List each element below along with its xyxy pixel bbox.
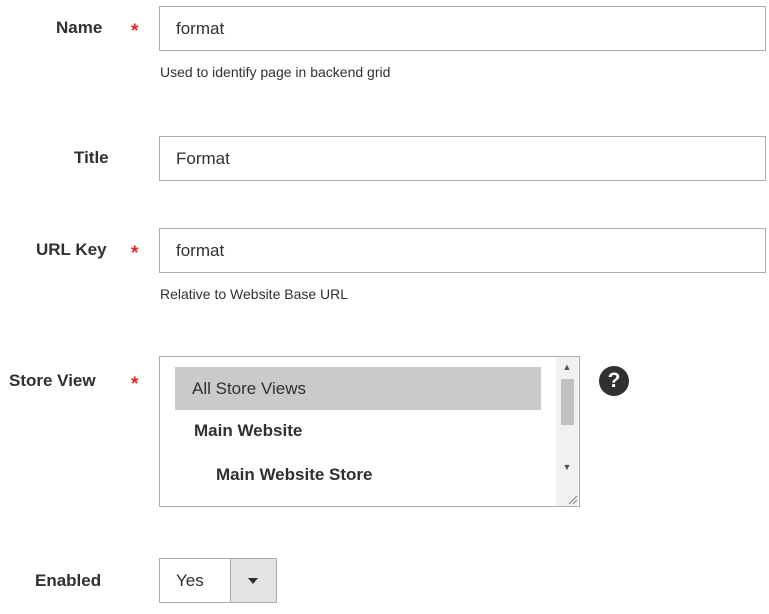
chevron-down-icon — [248, 578, 258, 584]
store-view-option-all[interactable]: All Store Views — [175, 367, 541, 410]
enabled-select-value: Yes — [176, 571, 204, 590]
scroll-up-arrow-icon[interactable]: ▲ — [556, 359, 578, 375]
enabled-label: Enabled — [35, 571, 102, 590]
store-view-required-mark: * — [131, 374, 139, 395]
scroll-down-arrow-icon[interactable]: ▼ — [556, 459, 578, 475]
enabled-select[interactable]: Yes — [159, 558, 277, 603]
name-input[interactable] — [159, 6, 766, 51]
url-key-input[interactable] — [159, 228, 766, 273]
title-label: Title — [74, 148, 109, 167]
resize-grip-icon[interactable] — [566, 493, 578, 505]
store-view-option-main-website[interactable]: Main Website — [194, 421, 302, 441]
question-circle-icon[interactable]: ? — [599, 366, 629, 396]
title-input[interactable] — [159, 136, 766, 181]
store-view-label: Store View — [9, 371, 96, 390]
scroll-thumb[interactable] — [561, 379, 574, 425]
name-required-mark: * — [131, 21, 139, 42]
store-view-scrollbar[interactable]: ▲ ▼ — [556, 357, 578, 506]
url-key-label: URL Key — [36, 240, 107, 259]
store-view-option-main-website-store[interactable]: Main Website Store — [216, 465, 373, 485]
enabled-select-toggle[interactable] — [230, 559, 276, 602]
url-key-required-mark: * — [131, 243, 139, 264]
store-view-multiselect[interactable]: All Store Views Main Website Main Websit… — [159, 356, 580, 507]
name-note: Used to identify page in backend grid — [160, 64, 391, 80]
url-key-note: Relative to Website Base URL — [160, 286, 349, 302]
name-label: Name — [56, 18, 103, 37]
